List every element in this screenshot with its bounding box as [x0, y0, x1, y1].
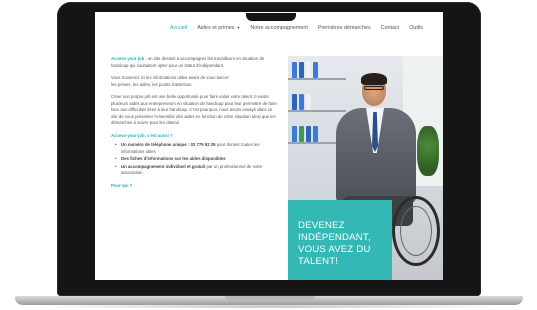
shelf — [288, 110, 346, 112]
nav-item-outils[interactable]: Outils — [409, 25, 423, 31]
intro-column: Access your job : un site destiné à acco… — [111, 56, 279, 192]
nav-item-accueil[interactable]: Accueil — [170, 25, 187, 31]
person-hair — [361, 73, 387, 85]
intro-paragraph: Access your job : un site destiné à acco… — [111, 56, 279, 69]
info-paragraph: Vous trouverez ici les informations util… — [111, 75, 279, 88]
shelf — [288, 78, 346, 80]
nav-item-label: Aides et primes — [197, 25, 235, 31]
list-item-bold: Un numéro de téléphone unique : 02 779 9… — [121, 142, 216, 147]
list-item-bold: Des fiches d'informations sur les aides … — [121, 156, 226, 161]
binder — [292, 62, 297, 78]
nav-item-aides-et-primes[interactable]: Aides et primes ▼ — [197, 25, 240, 31]
camera-notch — [246, 13, 296, 21]
binder — [306, 126, 311, 142]
info-line-2: les primes, les aides, les points d'atte… — [111, 81, 193, 87]
hero-cta-text: DEVENEZ INDÉPENDANT, VOUS AVEZ DU TALENT… — [298, 220, 371, 267]
binder — [299, 126, 304, 142]
binder — [313, 126, 318, 142]
list-item: Un numéro de téléphone unique : 02 779 9… — [115, 142, 279, 155]
features-list: Un numéro de téléphone unique : 02 779 9… — [111, 142, 279, 177]
nav-item-contact[interactable]: Contact — [381, 25, 400, 31]
binder — [313, 62, 318, 78]
binder — [306, 94, 311, 110]
section-title: Access-your-job, c'est aussi ? — [111, 132, 173, 138]
binder — [306, 62, 311, 78]
site-name-highlight[interactable]: Access your job — [111, 56, 144, 61]
hero-cta-box: DEVENEZ INDÉPENDANT, VOUS AVEZ DU TALENT… — [288, 200, 392, 280]
list-item: Des fiches d'informations sur les aides … — [115, 156, 279, 163]
plant-image — [417, 126, 439, 176]
info-line-1: Vous trouverez ici les informations util… — [111, 75, 230, 80]
laptop-base-groove — [225, 296, 315, 300]
list-item-bold: Un accompagnement individuel et gratuit — [121, 163, 206, 169]
wheelchair-wheel-inner — [400, 206, 432, 256]
nav-item-premieres-demarches[interactable]: Premières démarches — [318, 25, 371, 31]
binder — [292, 126, 297, 142]
description-paragraph: Créer son propre job est une belle oppor… — [111, 94, 277, 125]
chevron-down-icon: ▼ — [236, 25, 241, 30]
laptop-screen: Accueil Aides et primes ▼ Notre accompagn… — [95, 12, 443, 280]
list-item: Un accompagnement individuel et gratuit … — [115, 163, 279, 177]
binder — [292, 94, 297, 110]
binder — [299, 62, 304, 78]
nav-item-notre-accompagnement[interactable]: Notre accompagnement — [250, 25, 308, 31]
binder — [299, 94, 304, 110]
next-section-title: Pour qui ? — [111, 182, 133, 188]
glasses-icon — [364, 86, 384, 90]
